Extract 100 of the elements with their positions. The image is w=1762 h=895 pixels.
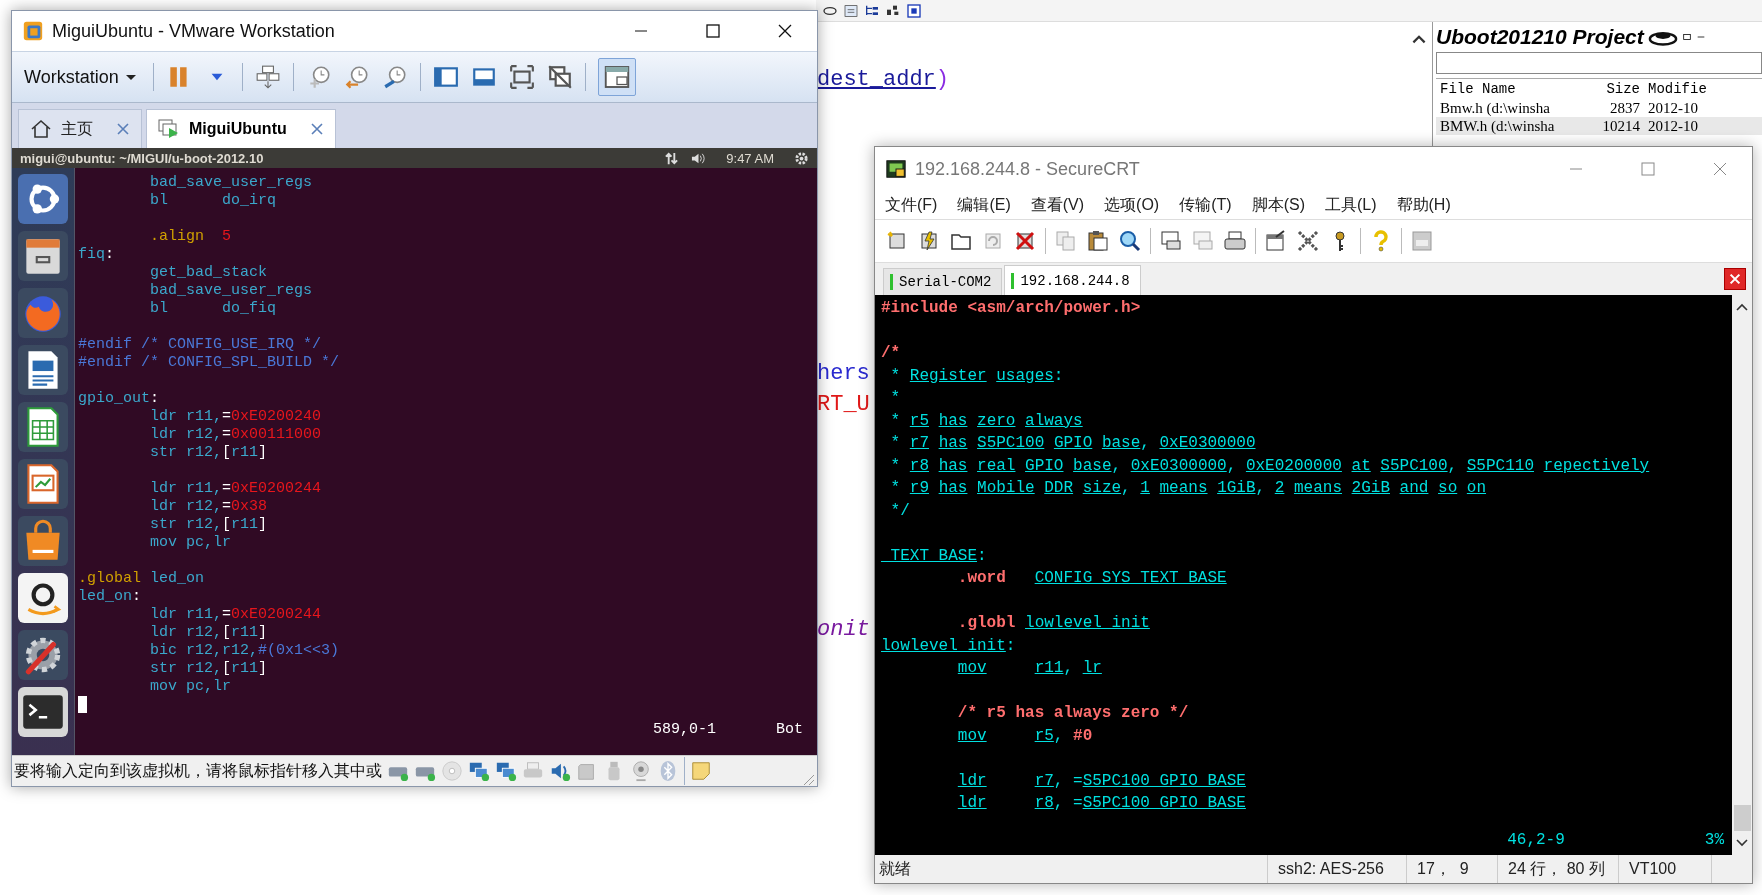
code-line: mov pc,lr [149,678,232,696]
terminal-icon[interactable] [18,687,68,737]
code-line: ldr r11,=0xE0200240 [149,408,322,426]
printer-icon[interactable] [1223,229,1247,253]
code-line: * r7 has S5PC100 GPIO base, 0xE0300000 [889,433,1256,454]
fullscreen-icon[interactable] [508,64,535,90]
code-line: ldr r12,=0x00111000 [149,426,322,444]
shopping-bag-icon[interactable] [18,516,68,566]
code-line: * r5 has zero always [889,410,1083,432]
code-line: bl do_irq [149,192,277,210]
status-field: 17， 9 [1406,855,1497,883]
code-line: _TEXT_BASE: [881,545,987,567]
code-line: bic r12,r12,#(0x1<<3) [149,642,340,660]
document-icon[interactable] [18,345,68,395]
menu-item[interactable]: 传输(T) [1179,194,1232,216]
crossed-windows-icon[interactable] [546,64,573,90]
column-header[interactable]: Size [1570,79,1648,99]
tab[interactable]: MiguiUbuntu [146,109,336,148]
network-icon[interactable] [495,760,517,782]
tools-icon[interactable] [1296,229,1320,253]
code-line: onit [817,616,870,644]
text-cursor [78,696,87,713]
clock[interactable]: 9:47 AM [726,150,774,166]
code-line: hers [817,360,870,388]
file-row[interactable]: BMW.h (d:\winsha 10214 2012-10 [1436,117,1762,135]
session-tab[interactable]: 192.168.244.8 [1004,265,1141,295]
menu-item[interactable]: 选项(O) [1104,194,1160,216]
sidebar-view-icon[interactable] [432,64,459,90]
input-field[interactable] [1436,52,1762,74]
code-line: RT_U [817,391,870,419]
maximize-icon[interactable] [705,23,721,39]
session-tab[interactable]: Serial-COM2 [883,268,1003,295]
code-line: bl do_fiq [149,300,277,318]
code-line: get_bad_stack [149,264,268,282]
ubuntu-logo-icon[interactable] [18,174,68,224]
status-field: ssh2: AES-256 [1267,855,1406,883]
status-field: 24 行， 80 列 [1497,855,1618,883]
menu-item[interactable]: 编辑(E) [957,194,1011,216]
menu-item[interactable]: 查看(V) [1030,194,1085,216]
file-cabinet-icon[interactable] [18,231,68,281]
status-field: 就绪 [875,855,1267,883]
close-icon[interactable] [777,23,793,39]
settings-icon[interactable] [794,150,809,166]
browser-icon[interactable] [18,288,68,338]
clock-back-icon[interactable] [343,64,370,90]
code-line: #include <asm/arch/power.h> [881,298,1141,319]
settings-icon[interactable] [18,630,68,680]
transfer-arrows-icon[interactable] [664,150,680,166]
code-line: #endif /* CONFIG_USE_IRQ */ [78,336,322,354]
code-line: dest_addr) [817,66,950,94]
file-row[interactable]: Bmw.h (d:\winsha 2837 2012-10 [1436,99,1762,117]
scroll-thumb[interactable] [1733,805,1751,831]
search-icon[interactable] [1118,229,1142,253]
home-icon [29,117,53,141]
webcam-icon[interactable] [630,760,652,782]
stacked-boxes-icon[interactable] [254,64,281,90]
code-line: ldr r8, =S5PC100_GPIO_BASE [956,793,1246,814]
code-line: mov pc,lr [149,534,232,552]
disconnect-icon[interactable] [1013,229,1037,253]
menu-item[interactable]: 文件(F) [885,194,938,216]
menu-item[interactable]: 帮助(H) [1396,194,1451,216]
network-icon[interactable] [468,760,490,782]
cursor-position: 46,2-9 [1507,829,1565,851]
panel-title: Uboot201210 Project [1436,25,1644,49]
code-line: gpio_out: [78,390,160,408]
code-line: lowlevel_init: [881,635,1016,657]
menu-item[interactable]: 脚本(S) [1251,194,1305,216]
code-line: .word CONFIG_SYS_TEXT_BASE [956,568,1227,589]
code-line: * Register usages: [889,365,1064,387]
code-line: .global led_on [78,570,205,588]
thumbnail-view-icon[interactable] [597,58,636,96]
code-line: ldr r7, =S5PC100_GPIO_BASE [956,770,1246,792]
paste-icon[interactable] [1086,229,1110,253]
code-line: /* r5 has always zero */ [956,703,1189,724]
code-line: ldr r11,=0xE0200244 [149,606,322,624]
clock-wrench-icon[interactable] [381,64,408,90]
code-line: .globl lowlevel_init [956,613,1150,634]
column-header[interactable]: Modifie [1648,79,1728,99]
workstation-menu-button[interactable]: Workstation [20,62,141,92]
guest-window-title: migui@ubuntu: ~/MIGUI/u-boot-2012.10 [20,150,264,166]
code-line: .align 5 [149,228,232,246]
print-screen-icon[interactable] [1159,229,1183,253]
presentation-icon[interactable] [18,459,68,509]
menu-item[interactable]: 工具(L) [1324,194,1377,216]
code-line: * [889,388,901,409]
tab-label[interactable]: 主页 [61,118,93,140]
scroll-position: 3% [1704,829,1724,851]
column-header[interactable]: File Name [1436,79,1570,99]
frame-icon[interactable] [843,2,859,19]
tab[interactable]: 主页 [18,109,142,148]
window-title: MiguiUbuntu - VMware Workstation [52,20,335,42]
code-line: bad_save_user_regs [149,174,313,192]
app-icon [22,20,44,42]
code-line: bad_save_user_regs [149,282,313,300]
tab-label[interactable]: MiguiUbuntu [189,120,287,138]
app-icon [885,158,907,180]
code-line: led_on: [78,588,142,606]
spreadsheet-icon[interactable] [18,402,68,452]
code-line: /* [881,343,901,364]
code-line: str r12,[r11] [149,516,268,534]
